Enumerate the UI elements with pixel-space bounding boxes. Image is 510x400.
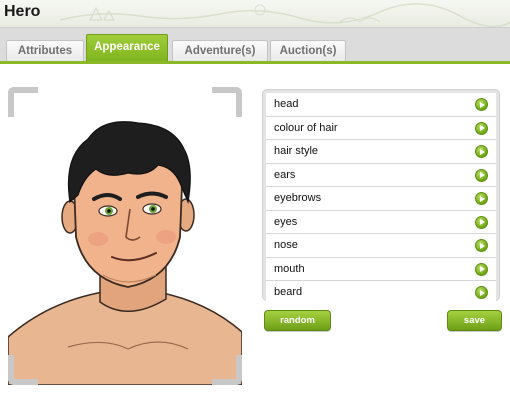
feature-label: nose xyxy=(274,239,298,251)
feature-row-colour-of-hair[interactable]: colour of hair xyxy=(266,116,496,140)
feature-label: beard xyxy=(274,286,303,298)
tab-adventures[interactable]: Adventure(s) xyxy=(172,40,268,62)
feature-row-head[interactable]: head xyxy=(266,93,496,117)
tab-attributes[interactable]: Attributes xyxy=(6,40,84,62)
arrow-right-icon[interactable] xyxy=(475,121,488,135)
frame-corner-top-right xyxy=(212,87,242,117)
arrow-right-icon[interactable] xyxy=(475,262,488,276)
appearance-feature-list: head colour of hair hair style ears eyeb… xyxy=(262,89,500,304)
tab-auctions[interactable]: Auction(s) xyxy=(270,40,346,62)
arrow-right-icon[interactable] xyxy=(475,239,488,252)
feature-label: ears xyxy=(274,168,296,181)
feature-row-ears[interactable]: ears xyxy=(266,163,496,187)
frame-corner-bottom-left xyxy=(8,355,38,385)
frame-corner-top-left xyxy=(8,87,38,117)
feature-row-beard[interactable]: beard xyxy=(266,281,496,304)
hero-avatar xyxy=(8,121,242,385)
arrow-right-icon[interactable] xyxy=(475,286,488,299)
feature-row-nose[interactable]: nose xyxy=(266,234,496,258)
feature-row-eyes[interactable]: eyes xyxy=(266,210,496,234)
tab-appearance[interactable]: Appearance xyxy=(86,34,168,62)
feature-label: eyebrows xyxy=(274,192,322,204)
page-title: Hero xyxy=(4,3,41,20)
arrow-right-icon[interactable] xyxy=(475,145,488,158)
feature-row-hair-style[interactable]: hair style xyxy=(266,140,496,164)
arrow-right-icon[interactable] xyxy=(475,215,488,229)
hero-portrait-frame xyxy=(8,87,242,385)
save-button[interactable]: save xyxy=(447,310,502,331)
random-button[interactable]: random xyxy=(264,310,331,331)
arrow-right-icon[interactable] xyxy=(475,168,488,182)
landscape-decoration xyxy=(60,3,510,27)
tab-underline xyxy=(0,61,510,64)
frame-corner-bottom-right xyxy=(212,355,242,385)
arrow-right-icon[interactable] xyxy=(475,192,488,205)
arrow-right-icon[interactable] xyxy=(475,98,488,111)
header-bar: Hero xyxy=(0,0,510,27)
feature-row-eyebrows[interactable]: eyebrows xyxy=(266,187,496,211)
feature-label: head xyxy=(274,98,299,110)
feature-label: hair style xyxy=(274,145,319,157)
feature-label: eyes xyxy=(274,215,298,228)
feature-label: mouth xyxy=(274,262,305,275)
feature-row-mouth[interactable]: mouth xyxy=(266,257,496,281)
feature-label: colour of hair xyxy=(274,121,338,134)
